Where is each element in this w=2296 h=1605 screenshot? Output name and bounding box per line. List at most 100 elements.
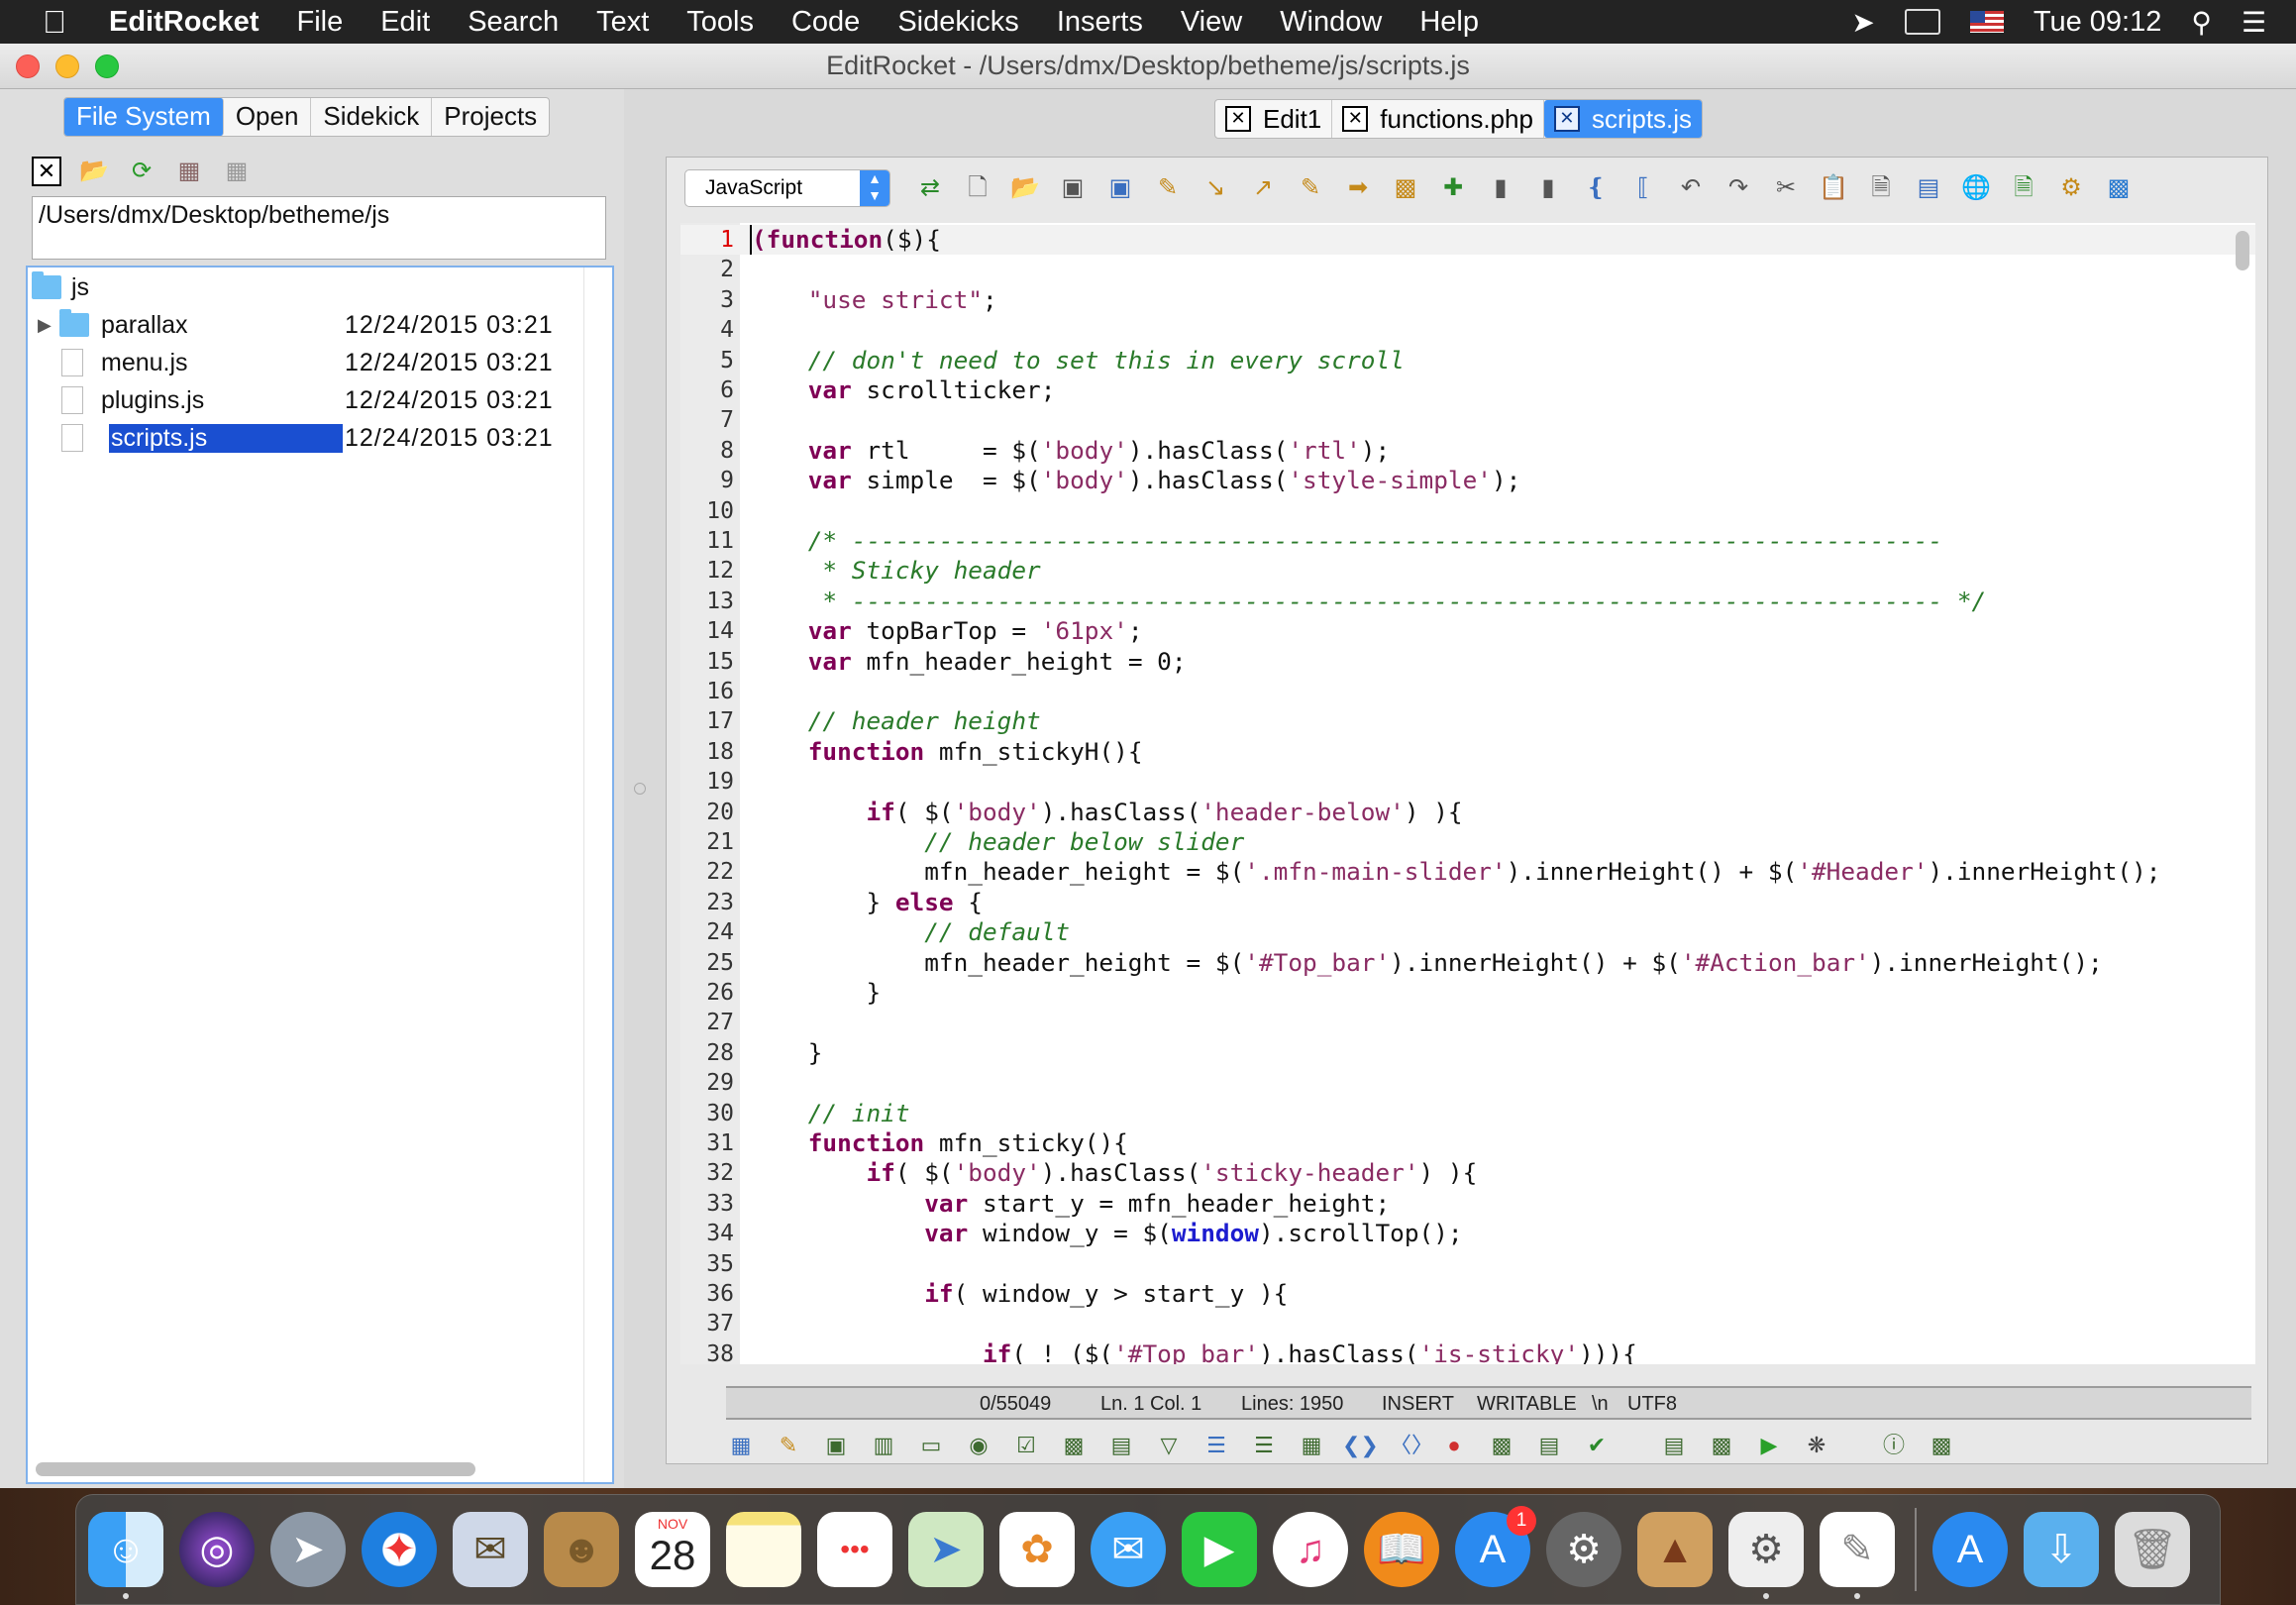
- tree-collapse-icon[interactable]: ▦: [222, 157, 252, 186]
- code-line[interactable]: 25 mfn_header_height = $('#Top_bar').inn…: [680, 948, 2255, 978]
- language-select[interactable]: JavaScript ▲ ▼: [684, 169, 890, 207]
- save-icon[interactable]: ▣: [1057, 172, 1089, 204]
- validate-icon[interactable]: ✔: [1580, 1429, 1614, 1462]
- menu-sidekicks[interactable]: Sidekicks: [879, 6, 1038, 39]
- code-line[interactable]: 14 var topBarTop = '61px';: [680, 616, 2255, 646]
- edit-pencil-icon[interactable]: ✎: [772, 1429, 805, 1462]
- sidekick-icon[interactable]: ▩: [2103, 172, 2135, 204]
- table-icon[interactable]: ▦: [724, 1429, 758, 1462]
- textedit-icon[interactable]: ✎: [1820, 1512, 1895, 1599]
- tree-item-menu-js[interactable]: menu.js 12/24/2015 03:21: [28, 345, 612, 380]
- close-tab-icon[interactable]: ✕: [1342, 106, 1369, 132]
- menu-window[interactable]: Window: [1261, 6, 1401, 39]
- image-icon[interactable]: ▣: [819, 1429, 853, 1462]
- tree-icon[interactable]: ▤: [1532, 1429, 1566, 1462]
- paste-icon[interactable]: 📋: [1818, 172, 1849, 204]
- code-line[interactable]: 23 } else {: [680, 888, 2255, 917]
- code-line[interactable]: 8 var rtl = $('body').hasClass('rtl');: [680, 436, 2255, 466]
- code-line[interactable]: 6 var scrollticker;: [680, 375, 2255, 405]
- code-line[interactable]: 30 // init: [680, 1099, 2255, 1128]
- checkbox-icon[interactable]: ☑: [1009, 1429, 1043, 1462]
- status-line-ending[interactable]: \n: [1592, 1393, 1609, 1416]
- code-line[interactable]: 33 var start_y = mfn_header_height;: [680, 1189, 2255, 1219]
- status-line-col[interactable]: Ln. 1 Col. 1: [1100, 1393, 1201, 1416]
- code-line[interactable]: 35: [680, 1249, 2255, 1279]
- input-source-flag-icon[interactable]: [1969, 11, 2004, 33]
- split-pane-handle[interactable]: [634, 783, 646, 795]
- new-document-icon[interactable]: 🗎: [2008, 172, 2039, 204]
- script-editor-icon[interactable]: ⚙: [1728, 1512, 1804, 1599]
- close-tab-icon[interactable]: ✕: [1553, 106, 1580, 132]
- close-panel-icon[interactable]: ✕: [32, 157, 61, 186]
- code-line[interactable]: 19: [680, 767, 2255, 797]
- code-line[interactable]: 18 function mfn_stickyH(){: [680, 737, 2255, 767]
- insert-icon[interactable]: ▩: [1485, 1429, 1518, 1462]
- tab-functions-php[interactable]: ✕ functions.php: [1332, 100, 1544, 138]
- code-line[interactable]: 22 mfn_header_height = $('.mfn-main-slid…: [680, 857, 2255, 887]
- code-line[interactable]: 1 (function($){: [680, 225, 2255, 255]
- refresh-icon[interactable]: ⟳: [127, 157, 157, 186]
- code-line[interactable]: 12 * Sticky header: [680, 556, 2255, 586]
- outline-icon[interactable]: ▤: [1657, 1429, 1691, 1462]
- form-icon[interactable]: ▦: [1295, 1429, 1328, 1462]
- finder-icon[interactable]: ☺: [88, 1512, 163, 1599]
- applications-stack-icon[interactable]: A: [1932, 1512, 2008, 1587]
- save-as-icon[interactable]: ▣: [1104, 172, 1136, 204]
- code-line[interactable]: 15 var mfn_header_height = 0;: [680, 647, 2255, 677]
- code-line[interactable]: 7: [680, 405, 2255, 435]
- code-line[interactable]: 10: [680, 496, 2255, 526]
- contacts-icon[interactable]: ☻: [544, 1512, 619, 1587]
- menu-file[interactable]: File: [277, 6, 362, 39]
- play-icon[interactable]: ▶: [1752, 1429, 1786, 1462]
- code-line[interactable]: 24 // default: [680, 917, 2255, 947]
- undo-icon[interactable]: ↶: [1675, 172, 1707, 204]
- radio-icon[interactable]: ◉: [962, 1429, 995, 1462]
- tree-item-parallax[interactable]: ▶ parallax 12/24/2015 03:21: [28, 307, 612, 343]
- redo-icon[interactable]: ↷: [1722, 172, 1754, 204]
- tree-root[interactable]: js: [28, 269, 612, 305]
- notification-center-icon[interactable]: ☰: [2242, 6, 2266, 39]
- input-field-icon[interactable]: ▭: [914, 1429, 948, 1462]
- tree-expand-icon[interactable]: ▦: [174, 157, 204, 186]
- messages-icon[interactable]: ✉: [1091, 1512, 1166, 1587]
- code-line[interactable]: 16: [680, 677, 2255, 706]
- window-icon[interactable]: ▤: [1913, 172, 1944, 204]
- code-line[interactable]: 27: [680, 1008, 2255, 1037]
- comment-tag-icon[interactable]: 〈〉: [1390, 1429, 1433, 1462]
- calendar-icon[interactable]: NOV 28: [635, 1512, 710, 1587]
- tab-scripts-js[interactable]: ✕ scripts.js: [1543, 100, 1703, 138]
- downloads-stack-icon[interactable]: ⇩: [2024, 1512, 2099, 1587]
- close-tab-icon[interactable]: ✕: [1225, 106, 1251, 132]
- safari-icon[interactable]: ✦: [362, 1512, 437, 1587]
- color-picker-icon[interactable]: ●: [1437, 1429, 1471, 1462]
- tab-edit1[interactable]: ✕ Edit1: [1215, 100, 1333, 138]
- sync-icon[interactable]: ▩: [1925, 1429, 1958, 1462]
- menu-text[interactable]: Text: [577, 6, 668, 39]
- code-line[interactable]: 34 var window_y = $(window).scrollTop();: [680, 1219, 2255, 1248]
- mail-icon[interactable]: ✉: [453, 1512, 528, 1587]
- find-icon[interactable]: ✎: [1152, 172, 1184, 204]
- code-line[interactable]: 2: [680, 255, 2255, 284]
- code-line[interactable]: 28 }: [680, 1038, 2255, 1068]
- menu-inserts[interactable]: Inserts: [1038, 6, 1162, 39]
- indent-icon[interactable]: ▮: [1485, 172, 1516, 204]
- find-previous-icon[interactable]: ↗: [1247, 172, 1279, 204]
- ok-button-icon[interactable]: ▩: [1057, 1429, 1091, 1462]
- airplay-display-icon[interactable]: [1904, 9, 1940, 35]
- code-line[interactable]: 3 "use strict";: [680, 285, 2255, 315]
- brace-match-icon[interactable]: ❴: [1580, 172, 1612, 204]
- textarea-icon[interactable]: ▤: [1104, 1429, 1138, 1462]
- status-writable[interactable]: WRITABLE: [1477, 1393, 1577, 1416]
- replace-icon[interactable]: ✎: [1295, 172, 1326, 204]
- info-icon[interactable]: ⓘ: [1877, 1429, 1911, 1462]
- code-line[interactable]: 36 if( window_y > start_y ){: [680, 1279, 2255, 1309]
- find-next-icon[interactable]: ↘: [1200, 172, 1231, 204]
- debug-icon[interactable]: ❋: [1800, 1429, 1833, 1462]
- menu-view[interactable]: View: [1162, 6, 1261, 39]
- tab-open[interactable]: Open: [224, 98, 312, 136]
- binary-icon[interactable]: ▩: [1705, 1429, 1738, 1462]
- code-line[interactable]: 38 if( ! ($('#Top_bar').hasClass('is-sti…: [680, 1339, 2255, 1364]
- bookmark-icon[interactable]: ▩: [1390, 172, 1421, 204]
- new-file-icon[interactable]: 🗋: [962, 172, 993, 204]
- code-line[interactable]: 29: [680, 1068, 2255, 1098]
